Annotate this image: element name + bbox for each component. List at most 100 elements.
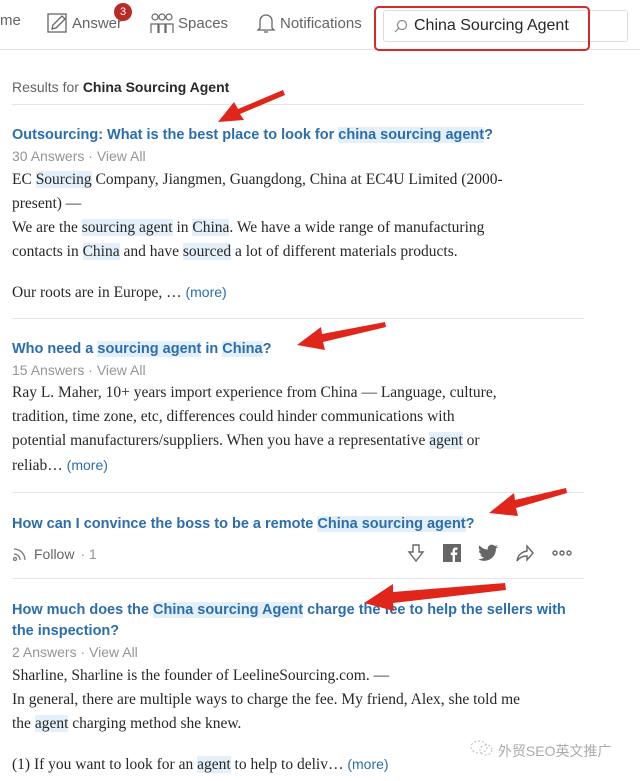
nav-answer[interactable]: Answer <box>46 12 122 34</box>
answer-snippet: Ray L. Maher, 10+ years import experienc… <box>12 381 572 478</box>
divider <box>12 318 584 319</box>
question-title[interactable]: Who need a sourcing agent in China? <box>12 339 572 360</box>
follow-label: Follow <box>34 546 75 562</box>
bell-icon <box>256 14 276 33</box>
top-nav: me Answer 3 Spaces Notifications China S… <box>0 0 640 51</box>
nav-home[interactable]: me <box>0 12 21 29</box>
highlighted-term: sourcing agent <box>81 219 173 236</box>
more-link[interactable]: (more) <box>347 756 388 772</box>
nav-home-label: me <box>0 12 21 29</box>
highlighted-term: agent <box>197 756 231 773</box>
text-segment: present) — <box>12 195 82 212</box>
highlighted-term: China sourcing Agent <box>153 602 304 618</box>
snippet-line: EC Sourcing Company, Jiangmen, Guangdong… <box>12 168 572 192</box>
snippet-line: Our roots are in Europe, … (more) <box>12 280 572 305</box>
highlighted-term: sourcing agent <box>97 341 202 357</box>
highlighted-term: China <box>222 341 263 357</box>
text-segment: contacts in <box>12 243 83 260</box>
text-segment: a lot of different materials products. <box>231 243 458 260</box>
share-icon[interactable] <box>515 543 535 563</box>
answer-count[interactable]: 30 Answers · View All <box>12 148 146 164</box>
more-link[interactable]: (more) <box>185 284 226 300</box>
rss-icon <box>12 548 26 562</box>
text-segment: (1) If you want to look for an <box>12 756 198 773</box>
text-segment: EC <box>12 171 36 188</box>
wechat-icon <box>470 740 493 756</box>
snippet-line: contacts in China and have sourced a lot… <box>12 240 572 264</box>
text-segment: Company, Jiangmen, Guangdong, China at E… <box>91 171 503 188</box>
text-segment: the <box>12 715 35 732</box>
divider <box>12 578 584 579</box>
highlighted-term: sourced <box>182 243 232 260</box>
text-segment: We are the <box>12 219 82 236</box>
text-segment: ? <box>465 516 475 532</box>
highlighted-term: China sourcing agent <box>317 516 466 532</box>
highlighted-term: Sourcing <box>35 171 92 188</box>
highlighted-term: agent <box>34 715 69 732</box>
text-segment: ? <box>484 127 493 143</box>
watermark-text: 外贸SEO英文推广 <box>497 743 612 759</box>
snippet-line: potential manufacturers/suppliers. When … <box>12 429 572 453</box>
text-segment: Who need a <box>12 341 98 357</box>
text-segment: and have <box>119 243 183 260</box>
snippet-line: present) — <box>12 192 572 216</box>
twitter-icon[interactable] <box>478 544 498 562</box>
text-segment: Outsourcing: What is the best place to l… <box>12 127 339 143</box>
results-query: China Sourcing Agent <box>82 79 230 95</box>
snippet-line <box>12 264 572 280</box>
text-segment: in <box>201 341 223 357</box>
text-segment: Sharline, Sharline is the founder of Lee… <box>12 667 390 684</box>
answer-count[interactable]: 15 Answers · View All <box>12 362 146 378</box>
watermark: 外贸SEO英文推广 <box>470 740 611 761</box>
question-title[interactable]: How can I convince the boss to be a remo… <box>12 514 572 535</box>
answer-count[interactable]: 2 Answers · View All <box>12 644 138 660</box>
nav-spaces-label: Spaces <box>178 14 229 32</box>
text-segment: ? <box>262 341 272 357</box>
text-segment: potential manufacturers/suppliers. When … <box>12 432 430 449</box>
question-title[interactable]: Outsourcing: What is the best place to l… <box>12 125 572 146</box>
pencil-icon <box>47 13 67 33</box>
snippet-line: tradition, time zone, etc, differences c… <box>12 405 572 429</box>
highlighted-term: China <box>192 219 230 236</box>
answer-snippet: EC Sourcing Company, Jiangmen, Guangdong… <box>12 168 572 305</box>
answer-badge: 3 <box>114 3 132 21</box>
text-segment: tradition, time zone, etc, differences c… <box>12 408 455 425</box>
text-segment: reliab… <box>12 457 67 474</box>
nav-spaces[interactable]: Spaces <box>150 12 228 34</box>
more-options-icon[interactable] <box>552 549 572 557</box>
nav-notifications-label: Notifications <box>280 14 362 32</box>
snippet-line: In general, there are multiple ways to c… <box>12 688 572 712</box>
snippet-line: Sharline, Sharline is the founder of Lee… <box>12 664 572 688</box>
question-actions <box>406 543 572 563</box>
text-segment: Ray L. Maher, 10+ years import experienc… <box>12 384 497 401</box>
nav-notifications[interactable]: Notifications <box>256 12 362 34</box>
text-segment: or <box>462 432 480 449</box>
highlighted-term: China <box>82 243 120 260</box>
snippet-line: We are the sourcing agent in China. We h… <box>12 216 572 240</box>
highlighted-term: china sourcing agent <box>338 127 485 143</box>
text-segment: How much does the <box>12 602 153 618</box>
downvote-icon[interactable] <box>406 543 426 563</box>
text-segment: to help to deliv… <box>230 756 348 773</box>
text-segment: . We have a wide range of manufacturing <box>229 219 485 236</box>
snippet-line: reliab… (more) <box>12 453 572 478</box>
divider <box>12 104 584 105</box>
search-highlight-box <box>374 6 590 51</box>
text-segment: charging method she knew. <box>68 715 242 732</box>
follow-button[interactable]: Follow · 1 <box>12 546 97 562</box>
text-segment: In general, there are multiple ways to c… <box>12 691 521 708</box>
text-segment: How can I convince the boss to be a remo… <box>12 516 318 532</box>
divider <box>12 492 584 493</box>
question-title[interactable]: How much does the China sourcing Agent c… <box>12 600 572 642</box>
facebook-icon[interactable] <box>443 544 461 562</box>
snippet-line: Ray L. Maher, 10+ years import experienc… <box>12 381 572 405</box>
more-link[interactable]: (more) <box>67 457 108 473</box>
results-heading: Results for China Sourcing Agent <box>12 79 229 95</box>
text-segment: in <box>172 219 193 236</box>
follow-count: · 1 <box>80 546 97 562</box>
highlighted-term: agent <box>429 432 463 449</box>
nav-answer-label: Answer <box>72 14 123 32</box>
people-icon <box>150 13 174 33</box>
text-segment: Our roots are in Europe, … <box>12 284 186 301</box>
snippet-line: the agent charging method she knew. <box>12 712 572 736</box>
